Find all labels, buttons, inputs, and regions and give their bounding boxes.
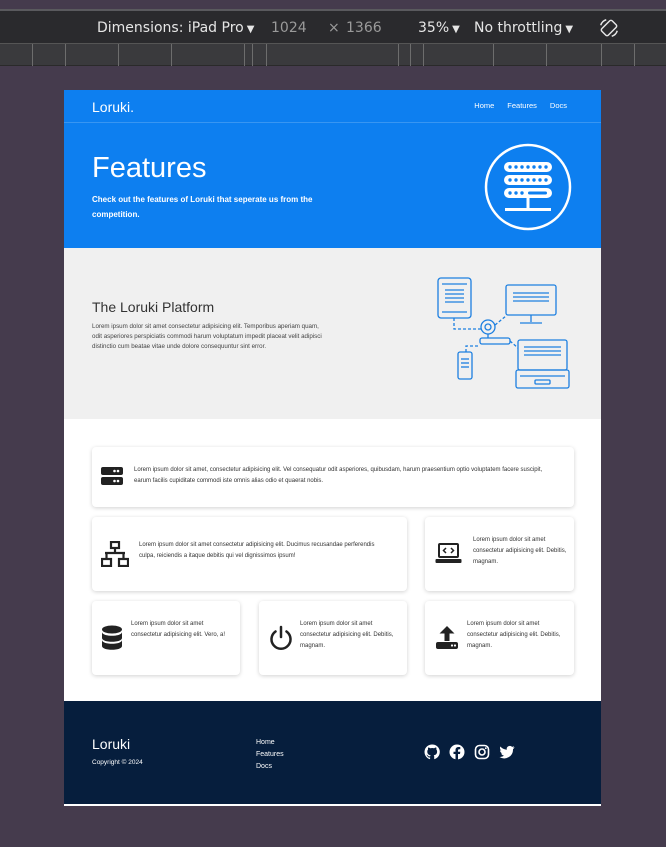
platform-title: The Loruki Platform — [92, 299, 215, 315]
width-input[interactable]: 1024 — [271, 20, 307, 36]
throttling-label: No throttling — [474, 20, 563, 36]
facebook-icon[interactable] — [449, 744, 465, 760]
features-section: Lorem ipsum dolor sit amet, consectetur … — [64, 419, 601, 701]
nav-link-home[interactable]: Home — [474, 101, 494, 110]
footer-link-features[interactable]: Features — [256, 749, 284, 761]
power-icon — [270, 625, 292, 650]
platform-text: Lorem ipsum dolor sit amet consectetur a… — [92, 323, 322, 350]
rotate-icon[interactable] — [598, 17, 620, 39]
brand-logo[interactable]: Loruki. — [92, 99, 134, 115]
page-subtitle: Check out the features of Loruki that se… — [92, 195, 313, 219]
server-circle-icon — [484, 143, 572, 231]
device-caret-icon: ▼ — [246, 24, 255, 35]
device-select[interactable]: Dimensions: iPad Pro ▼ — [97, 20, 254, 36]
device-label: Dimensions: iPad Pro — [97, 20, 244, 36]
emulated-page: Loruki. Home Features Docs Features Chec… — [64, 90, 601, 806]
zoom-select[interactable]: 35% ▼ — [418, 20, 460, 36]
feature-text: Lorem ipsum dolor sit amet consectetur a… — [300, 621, 394, 649]
footer-link-home[interactable]: Home — [256, 737, 284, 749]
laptop-code-icon — [435, 543, 462, 563]
feature-text: Lorem ipsum dolor sit amet, consectetur … — [134, 467, 543, 484]
feature-card: Lorem ipsum dolor sit amet consectetur a… — [92, 601, 240, 675]
page-title: Features — [92, 152, 207, 184]
feature-card: Lorem ipsum dolor sit amet consectetur a… — [425, 601, 574, 675]
feature-card: Lorem ipsum dolor sit amet consectetur a… — [259, 601, 407, 675]
instagram-icon[interactable] — [474, 744, 490, 760]
main-nav: Home Features Docs — [474, 101, 567, 110]
connected-devices-illustration — [437, 277, 570, 389]
zoom-caret-icon: ▼ — [452, 24, 460, 35]
feature-card: Lorem ipsum dolor sit amet, consectetur … — [92, 447, 574, 507]
footer-link-docs[interactable]: Docs — [256, 761, 284, 773]
page-bottom-edge — [64, 804, 601, 806]
hero-section: Loruki. Home Features Docs Features Chec… — [64, 90, 601, 248]
nav-link-features[interactable]: Features — [507, 101, 537, 110]
platform-section: The Loruki Platform Lorem ipsum dolor si… — [64, 248, 601, 419]
footer-links: Home Features Docs — [256, 737, 284, 773]
nav-link-docs[interactable]: Docs — [550, 101, 567, 110]
feature-text: Lorem ipsum dolor sit amet consectetur a… — [467, 621, 561, 649]
server-icon — [101, 467, 123, 485]
height-input[interactable]: 1366 — [346, 20, 382, 36]
feature-card: Lorem ipsum dolor sit amet consectetur a… — [92, 517, 407, 591]
throttling-caret-icon: ▼ — [565, 24, 574, 35]
feature-text: Lorem ipsum dolor sit amet consectetur a… — [139, 542, 375, 559]
twitter-icon[interactable] — [499, 744, 515, 760]
zoom-label: 35% — [418, 20, 450, 36]
footer-brand: Loruki — [92, 736, 131, 752]
devtools-toolbar: Dimensions: iPad Pro ▼ 1024 × 1366 35% ▼ N… — [0, 9, 666, 43]
footer: Loruki Copyright © 2024 Home Features Do… — [64, 701, 601, 804]
database-icon — [102, 625, 122, 650]
network-icon — [101, 541, 129, 567]
throttling-select[interactable]: No throttling ▼ — [474, 20, 573, 36]
feature-text: Lorem ipsum dolor sit amet consectetur a… — [131, 621, 226, 638]
nav-divider — [64, 122, 601, 123]
upload-icon — [436, 626, 458, 649]
feature-text: Lorem ipsum dolor sit amet consectetur a… — [473, 537, 567, 565]
footer-copyright: Copyright © 2024 — [92, 759, 143, 766]
social-links — [424, 744, 515, 760]
feature-card: Lorem ipsum dolor sit amet consectetur a… — [425, 517, 574, 591]
github-icon[interactable] — [424, 744, 440, 760]
times-symbol: × — [328, 20, 340, 36]
media-query-ruler[interactable] — [0, 43, 666, 66]
